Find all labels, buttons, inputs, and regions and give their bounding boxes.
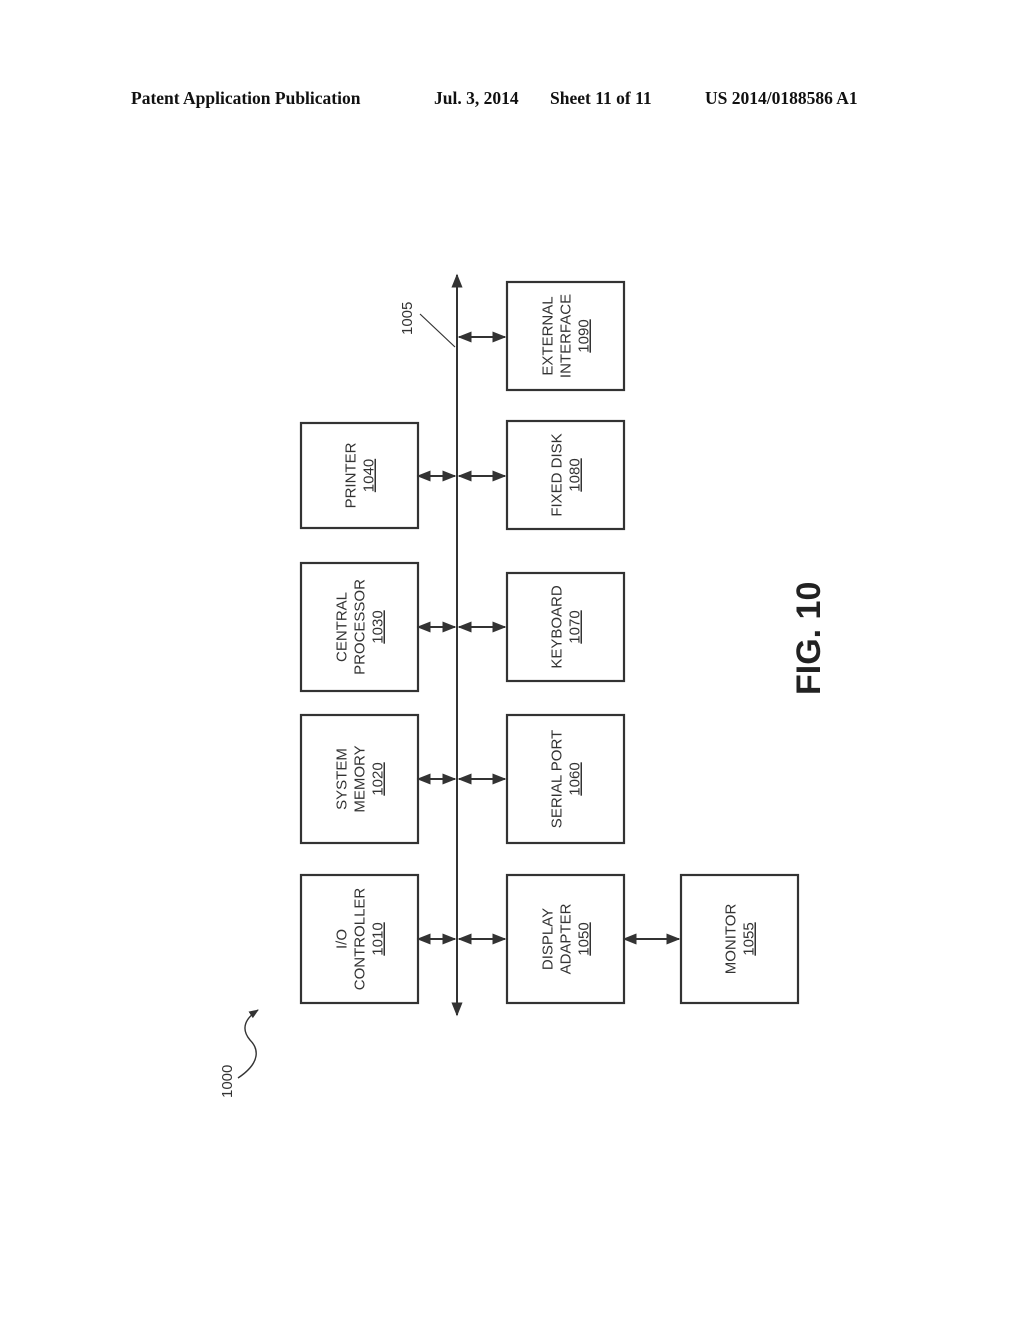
monitor-box xyxy=(679,873,800,1005)
block-central-processor: CENTRAL PROCESSOR 1030 xyxy=(299,561,420,693)
display-adapter-label: DISPLAY xyxy=(540,908,557,970)
monitor-ref: 1055 xyxy=(741,922,758,955)
block-printer: PRINTER 1040 xyxy=(299,421,420,530)
io-controller-ref: 1010 xyxy=(370,922,387,955)
io-controller-label: CONTROLLER xyxy=(352,888,369,991)
system-ref-squiggle xyxy=(237,1009,259,1079)
printer-box xyxy=(299,421,420,530)
block-io-controller: I/O CONTROLLER 1010 xyxy=(299,873,420,1005)
printer-ref: 1040 xyxy=(361,459,378,492)
block-diagram: 1005 1000 FIG. 10 I/O CONTROLLER 1010 SYSTE… xyxy=(219,273,828,1098)
fixed-disk-box xyxy=(505,419,626,531)
printer-label: PRINTER xyxy=(343,442,360,508)
bus-leader-line xyxy=(419,313,456,348)
display-adapter-ref: 1050 xyxy=(576,922,593,955)
figure-label: FIG. 10 xyxy=(790,582,828,695)
central-processor-label: CENTRAL xyxy=(334,592,351,662)
block-keyboard: KEYBOARD 1070 xyxy=(505,571,626,683)
external-interface-label: EXTERNAL xyxy=(540,296,557,375)
fixed-disk-ref: 1080 xyxy=(567,458,584,491)
block-fixed-disk: FIXED DISK 1080 xyxy=(505,419,626,531)
serial-port-label: SERIAL PORT xyxy=(549,730,566,828)
fixed-disk-label: FIXED DISK xyxy=(549,433,566,516)
block-external-interface: EXTERNAL INTERFACE 1090 xyxy=(505,280,626,392)
system-memory-ref: 1020 xyxy=(370,762,387,795)
block-system-memory: SYSTEM MEMORY 1020 xyxy=(299,713,420,845)
serial-port-box xyxy=(505,713,626,845)
io-controller-label: I/O xyxy=(334,929,351,949)
central-processor-label: PROCESSOR xyxy=(352,579,369,675)
display-adapter-label: ADAPTER xyxy=(558,903,575,974)
external-interface-label: INTERFACE xyxy=(558,294,575,378)
bus-ref-label: 1005 xyxy=(399,302,416,335)
keyboard-ref: 1070 xyxy=(567,610,584,643)
block-serial-port: SERIAL PORT 1060 xyxy=(505,713,626,845)
system-memory-label: SYSTEM xyxy=(334,748,351,810)
keyboard-label: KEYBOARD xyxy=(549,585,566,669)
monitor-label: MONITOR xyxy=(723,904,740,975)
system-ref-label: 1000 xyxy=(219,1065,236,1098)
serial-port-ref: 1060 xyxy=(567,762,584,795)
central-processor-ref: 1030 xyxy=(370,610,387,643)
keyboard-box xyxy=(505,571,626,683)
block-display-adapter: DISPLAY ADAPTER 1050 xyxy=(505,873,626,1005)
external-interface-ref: 1090 xyxy=(576,319,593,352)
system-memory-label: MEMORY xyxy=(352,745,369,812)
block-monitor: MONITOR 1055 xyxy=(679,873,800,1005)
